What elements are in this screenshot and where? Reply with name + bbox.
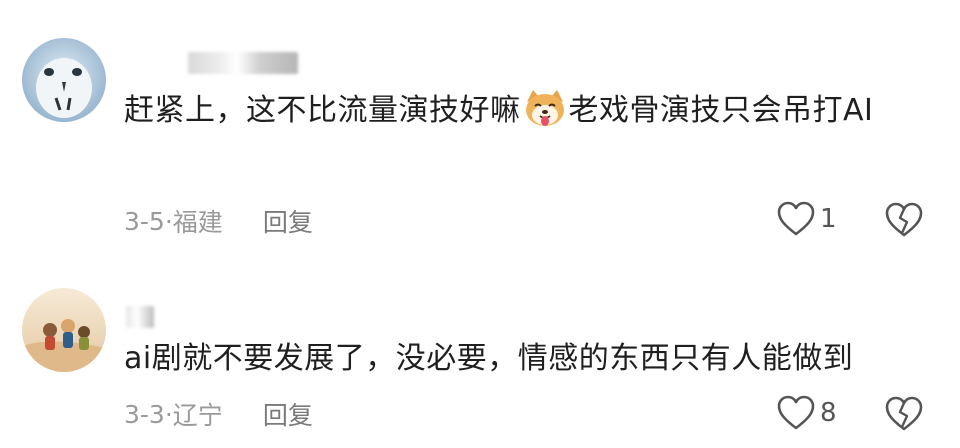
dislike-button[interactable] <box>884 201 924 239</box>
heart-outline-icon <box>777 395 815 430</box>
like-button[interactable]: 1 <box>776 200 837 238</box>
comment-item: ai剧就不要发展了，没必要，情感的东西只有人能做到 3-3 · 辽宁 回复 8 <box>0 270 960 448</box>
like-button[interactable]: 8 <box>776 394 837 432</box>
comment-item: 赶紧上，这不比流量演技好嘛 老戏骨演技只会吊打AI 3-5 · 福建 回复 1 <box>0 0 960 270</box>
comment-date: 3-5 <box>124 206 165 236</box>
comment-meta: 3-5 · 福建 回复 <box>124 203 313 239</box>
owl-avatar-icon <box>22 38 106 122</box>
avatar[interactable] <box>22 38 106 122</box>
like-count: 8 <box>820 398 837 428</box>
username[interactable] <box>188 52 298 74</box>
comment-text: 赶紧上，这不比流量演技好嘛 老戏骨演技只会吊打AI <box>124 88 920 134</box>
meta-separator: · <box>164 206 173 236</box>
comment-text: ai剧就不要发展了，没必要，情感的东西只有人能做到 <box>124 341 854 376</box>
meta-separator: · <box>164 399 173 429</box>
heart-outline-icon <box>777 201 815 236</box>
comment-location: 辽宁 <box>172 401 223 430</box>
dog-face-emoji <box>523 88 567 128</box>
reply-button[interactable]: 回复 <box>263 396 313 432</box>
broken-heart-icon <box>885 396 923 431</box>
cartoon-characters-avatar-icon <box>22 288 106 372</box>
avatar[interactable] <box>22 288 106 372</box>
comment-location: 福建 <box>172 208 223 237</box>
like-count: 1 <box>820 204 837 234</box>
username[interactable] <box>126 306 154 328</box>
dislike-button[interactable] <box>884 395 924 433</box>
comment-date: 3-3 <box>124 399 165 429</box>
comment-meta: 3-3 · 辽宁 回复 <box>124 396 313 432</box>
reply-button[interactable]: 回复 <box>263 203 313 239</box>
broken-heart-icon <box>885 202 923 237</box>
